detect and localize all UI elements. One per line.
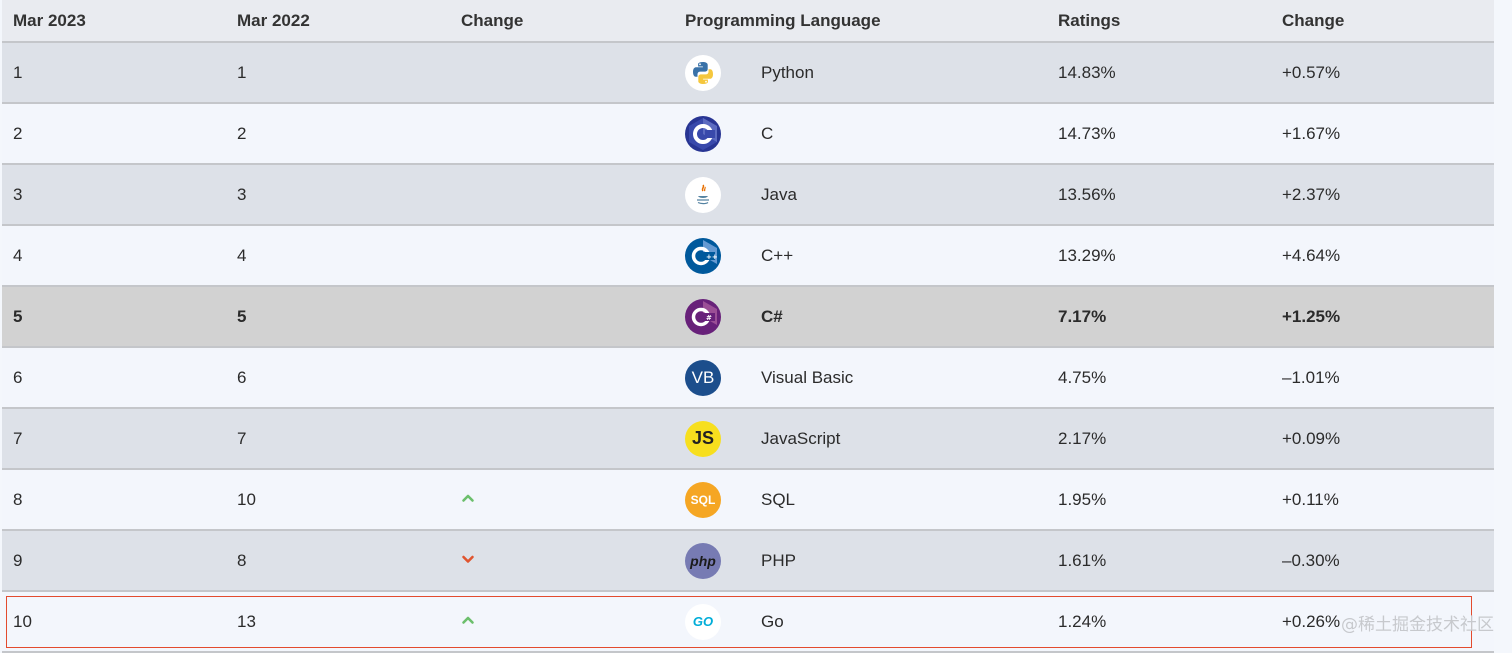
vb-logo-text: VB xyxy=(691,367,715,387)
language-name[interactable]: Java xyxy=(759,185,1047,205)
trend-down-icon xyxy=(462,555,474,563)
trend-cell xyxy=(450,490,674,510)
rating: 1.61% xyxy=(1058,550,1107,570)
js-logo-text: JS xyxy=(691,428,715,448)
table-row: 7 7 JS JavaScript 2.17% +0.09% xyxy=(2,409,1494,470)
rank-2023: 8 xyxy=(13,489,23,509)
rating-change: –0.30% xyxy=(1282,550,1340,570)
trend-cell xyxy=(450,551,674,571)
rating: 14.83% xyxy=(1058,62,1116,82)
rank-2022: 8 xyxy=(237,550,247,570)
rating-change: +0.57% xyxy=(1282,62,1341,82)
trend-up-icon xyxy=(462,616,474,624)
rating: 13.29% xyxy=(1058,245,1116,265)
rank-2023: 4 xyxy=(13,245,23,265)
language-name[interactable]: C xyxy=(759,124,1047,144)
rating: 7.17% xyxy=(1058,306,1107,326)
rank-2023: 9 xyxy=(13,550,23,570)
language-name[interactable]: SQL xyxy=(759,490,1047,510)
rank-2022: 4 xyxy=(237,245,247,265)
table-row: 9 8 php PHP 1.61% –0.30% xyxy=(2,531,1494,592)
header-programming-language[interactable]: Programming Language xyxy=(674,11,1047,31)
rating-change: +4.64% xyxy=(1282,245,1341,265)
csharp-icon: # xyxy=(685,298,721,335)
table-row: 6 6 VB Visual Basic 4.75% –1.01% xyxy=(2,348,1494,409)
java-icon xyxy=(685,176,721,213)
rating-change: +0.11% xyxy=(1282,489,1339,509)
language-name[interactable]: C# xyxy=(759,307,1047,327)
table-row: 4 4 ++ C++ 13.29% +4.64% xyxy=(2,226,1494,287)
language-name[interactable]: PHP xyxy=(759,551,1047,571)
c-icon xyxy=(685,115,721,152)
rating-change: +0.09% xyxy=(1282,428,1341,448)
header-mar-2023[interactable]: Mar 2023 xyxy=(2,11,226,31)
language-name[interactable]: Python xyxy=(759,63,1047,83)
rating: 4.75% xyxy=(1058,367,1107,387)
header-mar-2022[interactable]: Mar 2022 xyxy=(226,11,450,31)
table-row: 3 3 Java 13.56% +2.37% xyxy=(2,165,1494,226)
sql-logo-text: SQL xyxy=(690,492,716,507)
rank-2023: 7 xyxy=(13,428,23,448)
rank-2022: 6 xyxy=(237,367,247,387)
rating-change: –1.01% xyxy=(1282,367,1340,387)
rating: 13.56% xyxy=(1058,184,1116,204)
rank-2022: 1 xyxy=(237,62,247,82)
header-change-percent[interactable]: Change xyxy=(1271,11,1494,31)
rating-change: +1.67% xyxy=(1282,123,1341,143)
rank-2023: 6 xyxy=(13,367,23,387)
cpp-icon: ++ xyxy=(685,237,721,274)
language-name[interactable]: Go xyxy=(759,612,1047,632)
php-icon: php xyxy=(685,542,721,579)
rating: 1.24% xyxy=(1058,611,1107,631)
header-ratings[interactable]: Ratings xyxy=(1047,11,1271,31)
tiobe-ranking-table: Mar 2023 Mar 2022 Change Programming Lan… xyxy=(2,0,1494,653)
rank-2023: 10 xyxy=(13,611,32,631)
sql-icon: SQL xyxy=(685,481,721,518)
rating-change: +2.37% xyxy=(1282,184,1341,204)
header-change[interactable]: Change xyxy=(450,11,674,31)
language-name[interactable]: Visual Basic xyxy=(759,368,1047,388)
vb-icon: VB xyxy=(685,359,721,396)
rank-2023: 2 xyxy=(13,123,23,143)
rank-2022: 2 xyxy=(237,123,247,143)
table-row: 5 5 # C# 7.17% +1.25% xyxy=(2,287,1494,348)
language-name[interactable]: JavaScript xyxy=(759,429,1047,449)
trend-cell xyxy=(450,612,674,632)
rating: 1.95% xyxy=(1058,489,1107,509)
rank-2023: 3 xyxy=(13,184,23,204)
rank-2023: 5 xyxy=(13,306,23,326)
python-icon xyxy=(685,54,721,91)
table-row: 10 13 GO Go 1.24% +0.26% xyxy=(2,592,1494,653)
rating-change: +1.25% xyxy=(1282,306,1341,326)
rank-2022: 13 xyxy=(237,611,256,631)
js-icon: JS xyxy=(685,420,721,457)
rank-2023: 1 xyxy=(13,62,23,82)
table-header-row: Mar 2023 Mar 2022 Change Programming Lan… xyxy=(2,0,1494,43)
rating: 2.17% xyxy=(1058,428,1107,448)
table-row: 2 2 C 14.73% +1.67% xyxy=(2,104,1494,165)
trend-up-icon xyxy=(462,494,474,502)
php-logo-text: php xyxy=(690,552,716,569)
rank-2022: 5 xyxy=(237,306,247,326)
rank-2022: 10 xyxy=(237,489,256,509)
rating: 14.73% xyxy=(1058,123,1116,143)
table-row: 1 1 Python 14.83% +0.57% xyxy=(2,43,1494,104)
table-row: 8 10 SQL SQL 1.95% +0.11% xyxy=(2,470,1494,531)
go-icon: GO xyxy=(685,603,721,640)
go-logo-text: GO xyxy=(692,614,714,629)
rank-2022: 3 xyxy=(237,184,247,204)
rating-change: +0.26% xyxy=(1282,611,1341,631)
rank-2022: 7 xyxy=(237,428,247,448)
svg-text:#: # xyxy=(706,314,712,322)
svg-text:++: ++ xyxy=(706,253,718,261)
language-name[interactable]: C++ xyxy=(759,246,1047,266)
